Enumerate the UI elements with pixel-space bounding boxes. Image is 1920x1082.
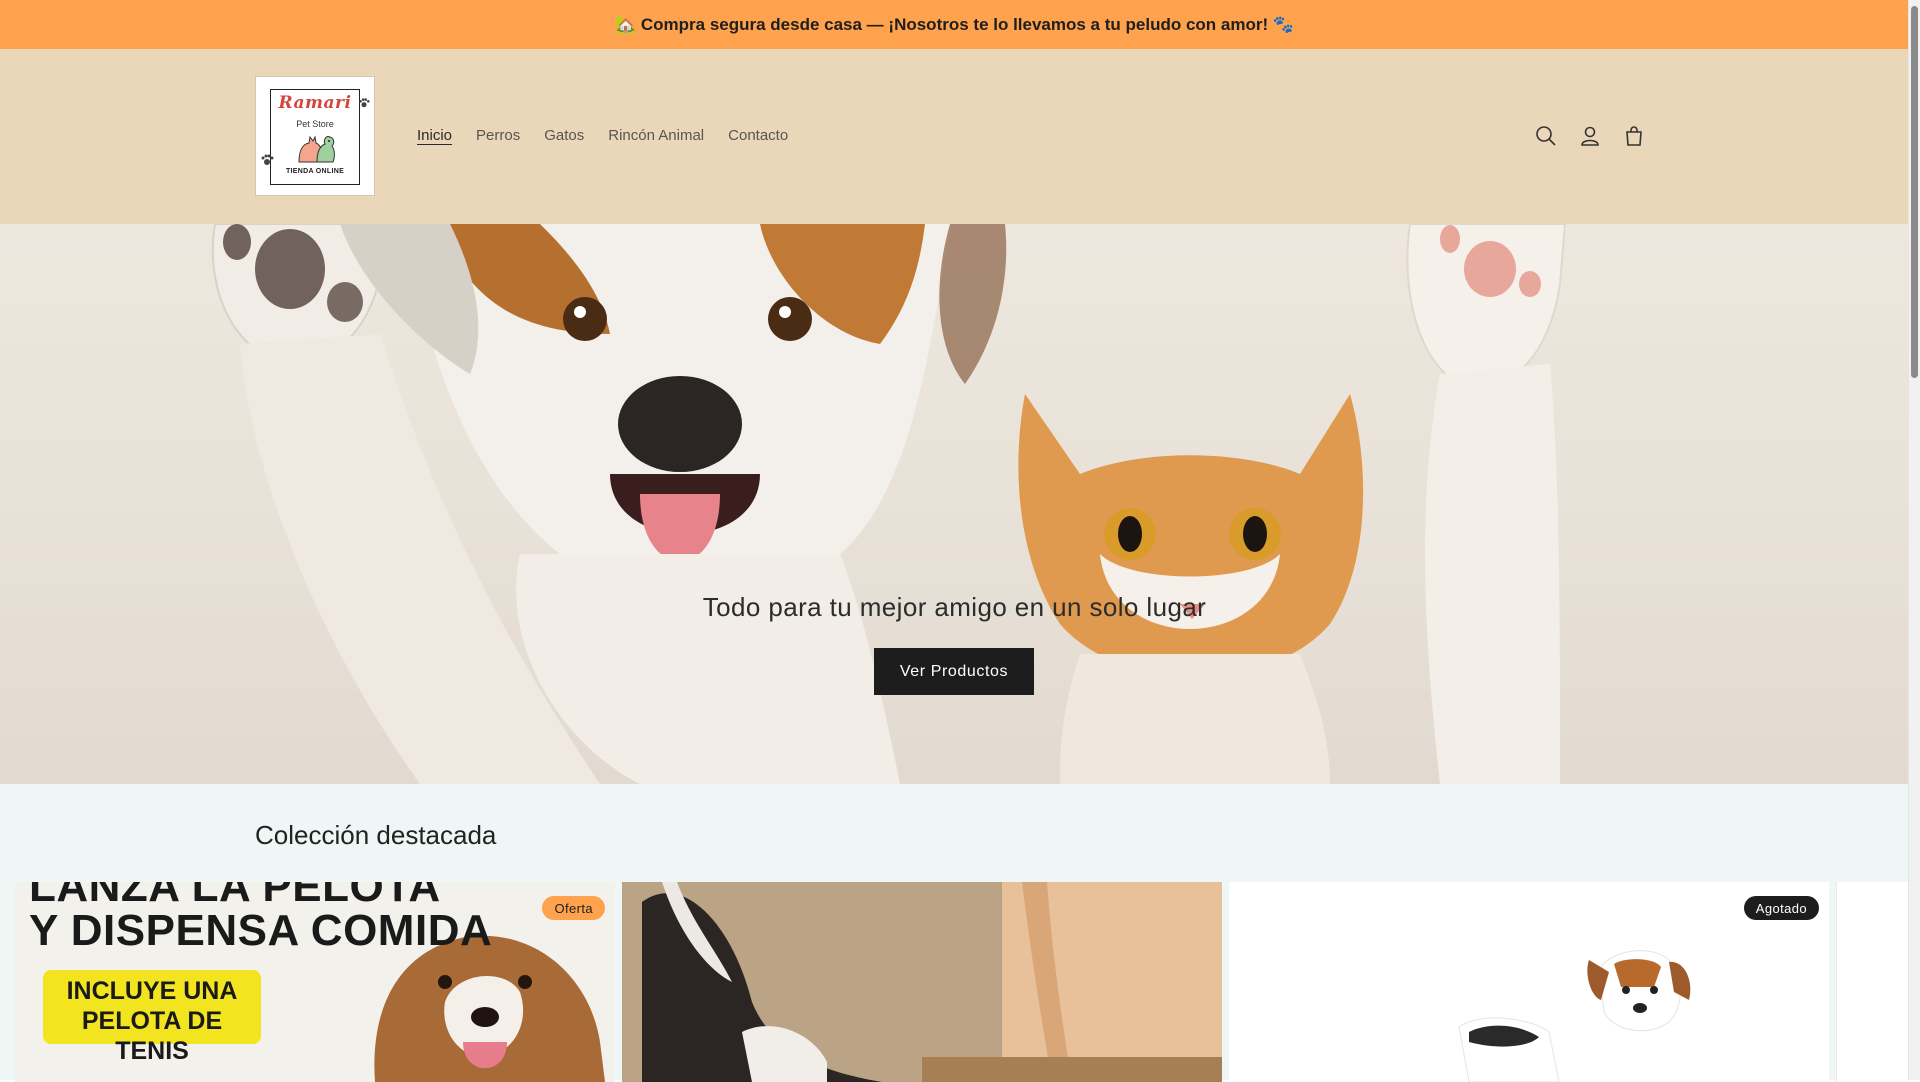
- nav-item-rincon-animal[interactable]: Rincón Animal: [596, 126, 716, 146]
- promo-highlight-box: INCLUYE UNA PELOTA DE TENIS: [43, 970, 261, 1065]
- sale-badge: Oferta: [542, 896, 605, 920]
- nav-item-contacto[interactable]: Contacto: [716, 126, 800, 146]
- product-card-2[interactable]: [622, 882, 1222, 1082]
- announcement-bar: 🏡 Compra segura desde casa — ¡Nosotros t…: [0, 0, 1909, 49]
- paw-icon: [261, 154, 274, 165]
- logo-subtitle: Pet Store: [296, 119, 334, 129]
- pet-silhouette-icon: [298, 135, 335, 163]
- hero-heading: Todo para tu mejor amigo en un solo luga…: [702, 592, 1207, 622]
- main-nav: Inicio Perros Gatos Rincón Animal Contac…: [405, 126, 800, 146]
- promo-box-line-1: INCLUYE UNA: [66, 977, 238, 1005]
- account-icon: [1581, 126, 1599, 146]
- product-image-3: [1458, 950, 1691, 1082]
- promo-box-text: INCLUYE UNA PELOTA DE TENIS: [43, 976, 261, 1066]
- product-card-3[interactable]: Agotado: [1229, 882, 1829, 1082]
- announcement-text: 🏡 Compra segura desde casa — ¡Nosotros t…: [614, 14, 1295, 34]
- site-header: Ramari Pet Store TIENDA ONLINE Inicio Pe…: [0, 49, 1909, 224]
- page-scrollbar[interactable]: [1908, 0, 1920, 1080]
- paw-icon: [359, 98, 370, 108]
- product-image-2: [622, 882, 1222, 1082]
- featured-collection: Colección destacada LANZA LA PELOTA Y DI…: [0, 784, 1910, 1082]
- header-actions: [1528, 116, 1652, 156]
- view-products-button[interactable]: Ver Productos: [874, 648, 1034, 695]
- logo-frame: Ramari Pet Store TIENDA ONLINE: [270, 89, 360, 185]
- hero-banner: Todo para tu mejor amigo en un solo luga…: [0, 224, 1909, 784]
- cart-button[interactable]: [1616, 116, 1652, 156]
- cart-icon: [1626, 126, 1642, 146]
- nav-item-perros[interactable]: Perros: [464, 126, 532, 146]
- sold-out-badge: Agotado: [1743, 896, 1819, 920]
- search-icon: [1536, 126, 1556, 146]
- collection-title: Colección destacada: [255, 820, 497, 850]
- promo-line-2: Y DISPENSA COMIDA: [29, 906, 493, 955]
- search-button[interactable]: [1528, 116, 1564, 156]
- product-card-4[interactable]: [1836, 882, 1910, 1082]
- nav-item-inicio[interactable]: Inicio: [405, 126, 464, 146]
- account-button[interactable]: [1572, 116, 1608, 156]
- logo-tagline: TIENDA ONLINE: [285, 168, 345, 175]
- nav-item-gatos[interactable]: Gatos: [532, 126, 596, 146]
- logo-script: Ramari: [278, 93, 352, 113]
- scrollbar-thumb[interactable]: [1911, 6, 1918, 378]
- product-card-1[interactable]: LANZA LA PELOTA Y DISPENSA COMIDA INCLUY…: [15, 882, 615, 1082]
- promo-box-line-2: PELOTA DE TENIS: [81, 1007, 223, 1065]
- store-logo[interactable]: Ramari Pet Store TIENDA ONLINE: [255, 76, 375, 196]
- hero-image: [211, 224, 1567, 784]
